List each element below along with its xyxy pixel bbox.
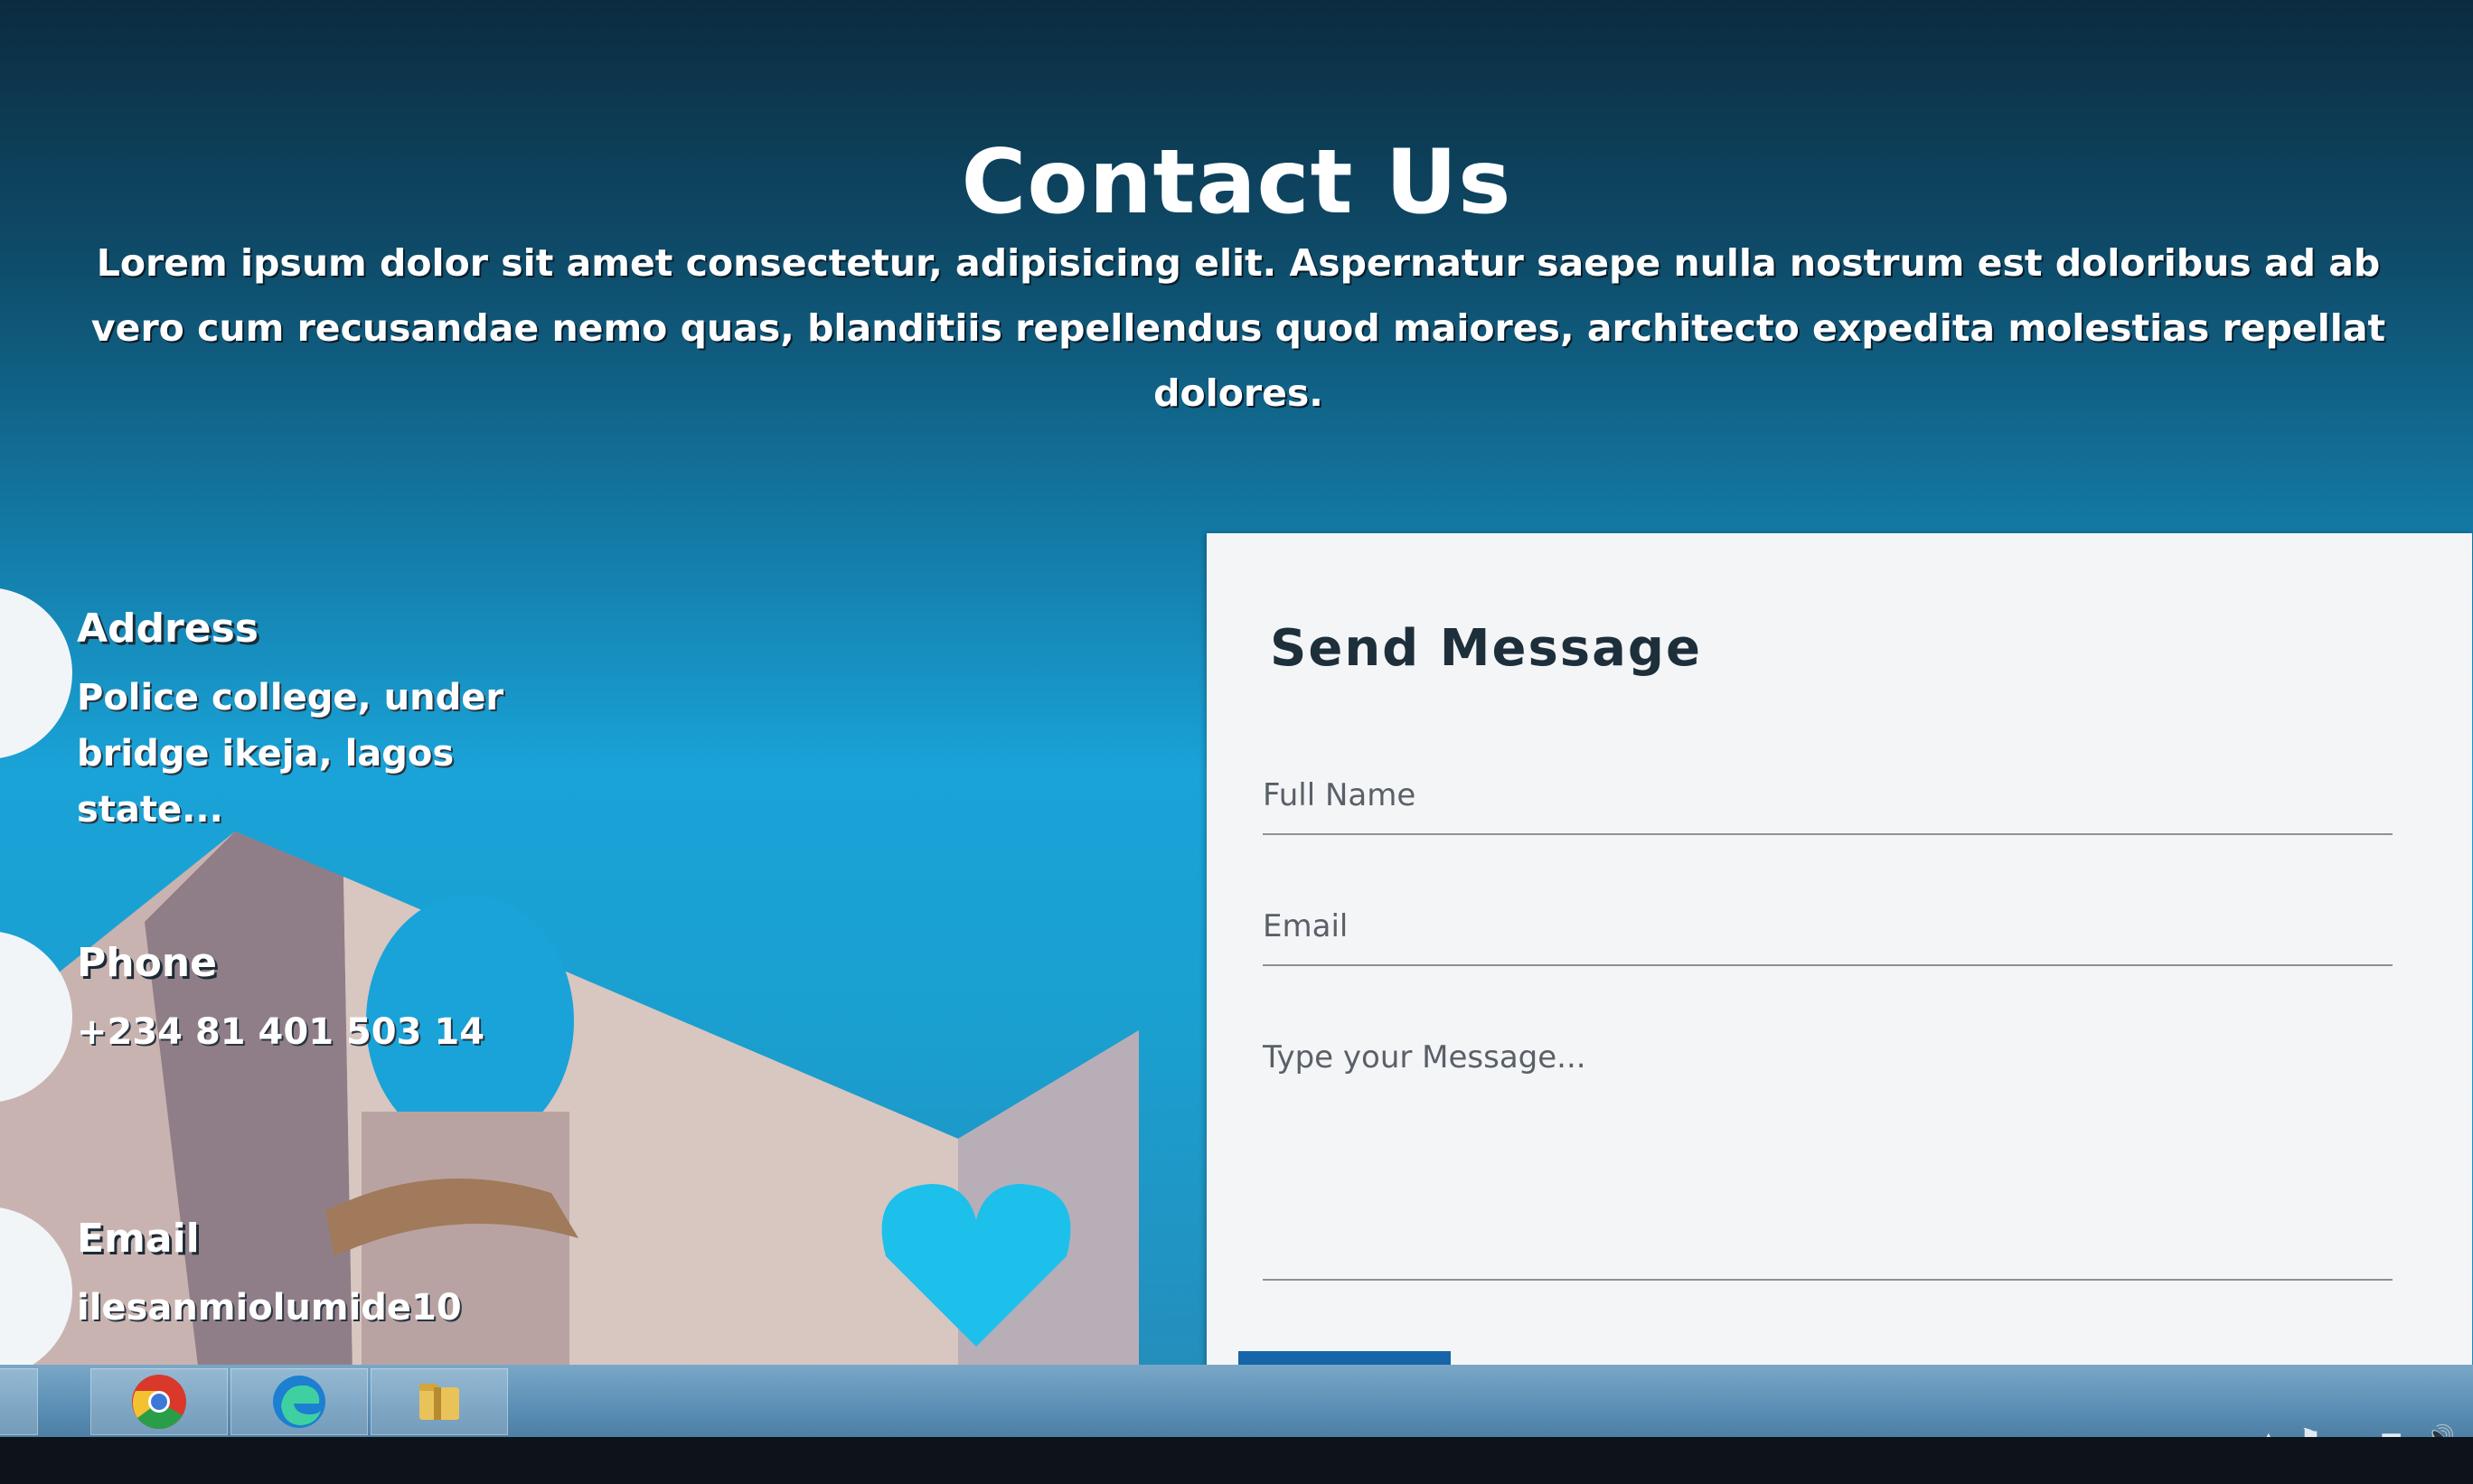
full-name-field-wrapper	[1263, 777, 2393, 835]
phone-value: +234 81 401 503 14	[77, 1011, 485, 1053]
taskbar-chrome-button[interactable]	[90, 1368, 228, 1435]
message-textarea[interactable]	[1263, 1039, 2393, 1256]
email-value: ilesanmiolumide10	[77, 1287, 462, 1329]
file-explorer-icon	[419, 1384, 459, 1420]
page-intro: Lorem ipsum dolor sit amet consectetur, …	[90, 241, 2386, 415]
address-value: Police college, under bridge ikeja, lago…	[77, 677, 504, 831]
email-field-wrapper	[1263, 908, 2393, 966]
address-block: Address Police college, under bridge ike…	[77, 606, 583, 838]
taskbar-start-stub[interactable]	[0, 1368, 38, 1435]
email-block: Email ilesanmiolumide10	[77, 1216, 583, 1336]
email-label: Email	[77, 1216, 200, 1262]
full-name-input[interactable]	[1263, 777, 2393, 813]
heart-shape	[881, 1184, 1071, 1347]
taskbar-edge-button[interactable]	[230, 1368, 368, 1435]
monitor-bezel	[0, 1437, 2473, 1484]
page-title: Contact Us	[961, 131, 1512, 234]
taskbar	[0, 1365, 2473, 1437]
phone-block: Phone +234 81 401 503 14	[77, 940, 583, 1060]
contact-form-card: Send Message	[1207, 533, 2472, 1401]
message-field-wrapper	[1263, 1039, 2393, 1281]
form-title: Send Message	[1270, 619, 1702, 678]
email-input[interactable]	[1263, 908, 2393, 944]
address-label: Address	[77, 606, 259, 652]
taskbar-explorer-button[interactable]	[371, 1368, 508, 1435]
edge-icon	[273, 1376, 325, 1428]
chrome-icon	[132, 1375, 186, 1430]
phone-label: Phone	[77, 940, 217, 986]
